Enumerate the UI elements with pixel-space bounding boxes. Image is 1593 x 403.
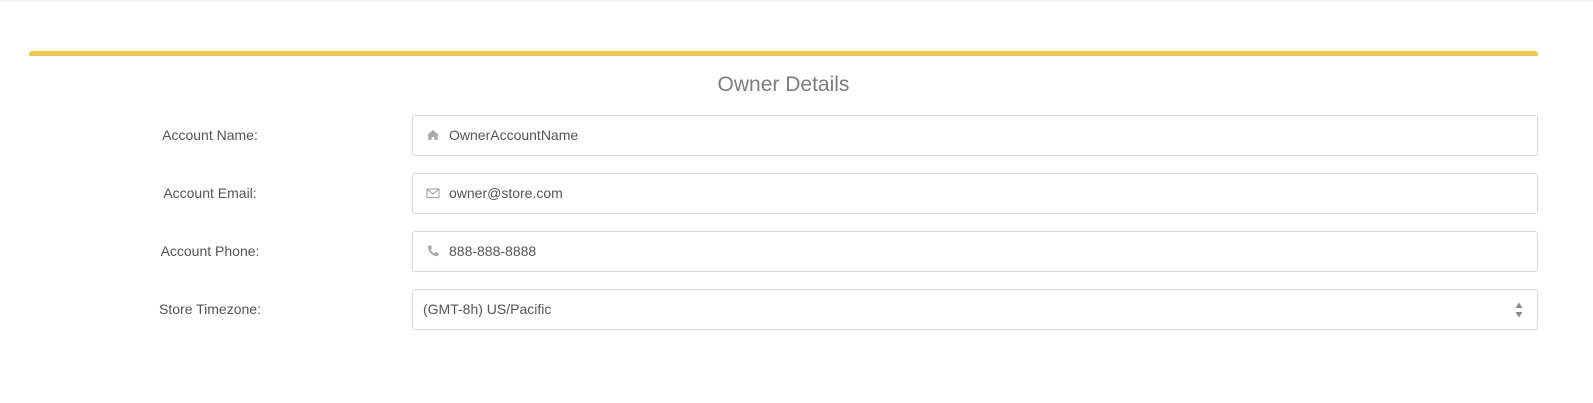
store-timezone-label: Store Timezone:: [159, 301, 261, 317]
account-name-value: OwnerAccountName: [449, 127, 579, 143]
select-arrows-icon: [1515, 301, 1523, 319]
account-name-field[interactable]: OwnerAccountName: [412, 115, 1538, 156]
panel-accent-bar: [29, 51, 1538, 56]
account-email-value: owner@store.com: [449, 185, 563, 201]
account-name-label: Account Name:: [162, 127, 258, 143]
home-icon: [426, 128, 440, 142]
envelope-icon: [426, 186, 440, 200]
owner-details-panel: Owner Details Account Name: OwnerAccount…: [29, 51, 1538, 351]
account-email-field[interactable]: owner@store.com: [412, 173, 1538, 214]
panel-title: Owner Details: [717, 73, 850, 96]
account-phone-label: Account Phone:: [160, 243, 260, 259]
store-timezone-select[interactable]: (GMT-8h) US/Pacific: [412, 289, 1538, 330]
store-timezone-row: Store Timezone: (GMT-8h) US/Pacific: [29, 289, 1538, 330]
account-phone-row: Account Phone: 888-888-8888: [29, 231, 1538, 272]
account-phone-value: 888-888-8888: [449, 243, 537, 259]
account-email-row: Account Email: owner@store.com: [29, 173, 1538, 214]
top-divider: [0, 0, 1593, 2]
account-email-label: Account Email:: [163, 185, 257, 201]
store-timezone-value: (GMT-8h) US/Pacific: [423, 301, 552, 317]
account-phone-field[interactable]: 888-888-8888: [412, 231, 1538, 272]
account-name-row: Account Name: OwnerAccountName: [29, 115, 1538, 156]
phone-icon: [426, 244, 440, 258]
